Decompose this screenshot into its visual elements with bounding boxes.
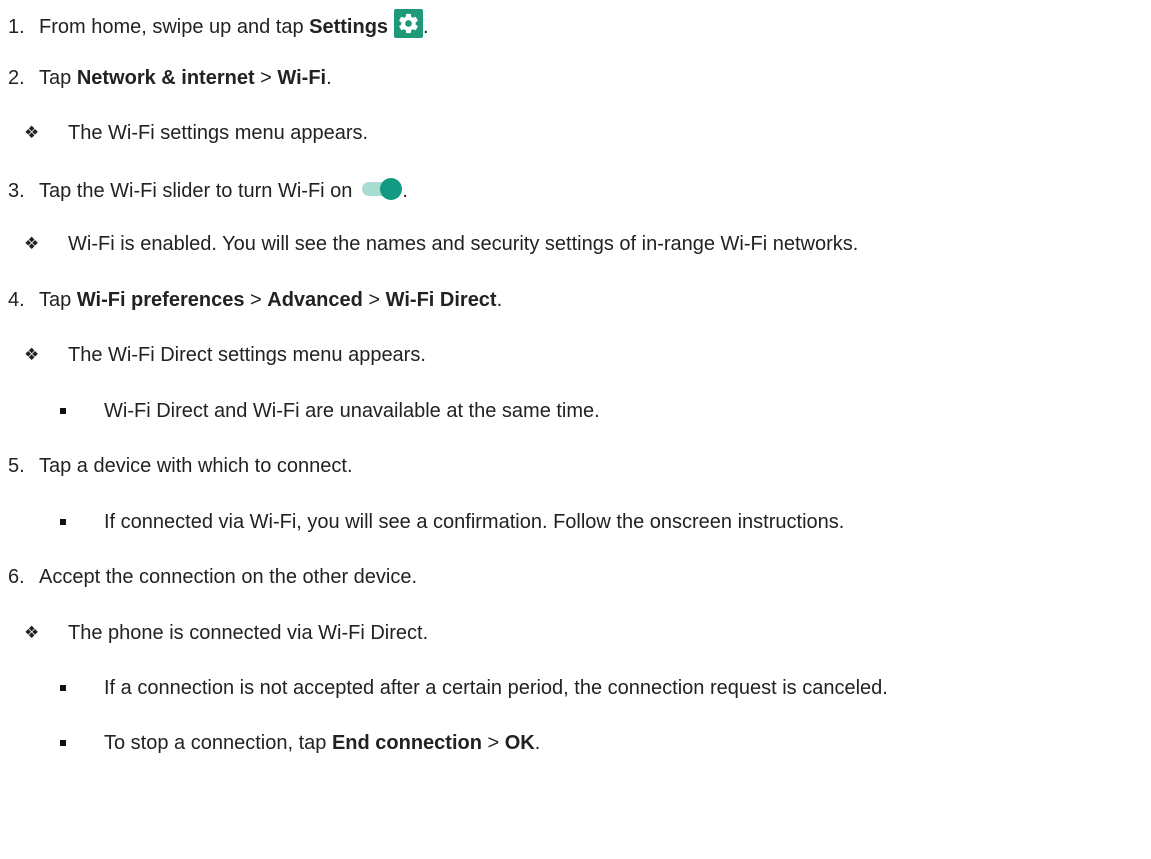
step-text: Tap the Wi-Fi slider to turn Wi-Fi on xyxy=(39,180,353,202)
step-text-end: . xyxy=(326,67,332,89)
step-number: 4. xyxy=(8,289,25,311)
step-bold: Advanced xyxy=(267,289,363,311)
step-text-end: . xyxy=(496,289,503,311)
step-number: 2. xyxy=(8,67,25,89)
step-number: 6. xyxy=(8,566,25,588)
square-bullet-icon xyxy=(0,731,104,755)
bullet-6b: To stop a connection, tap End connection… xyxy=(0,731,540,755)
step-text-end: . xyxy=(423,16,429,38)
bullet-text: If connected via Wi-Fi, you will see a c… xyxy=(104,511,845,533)
step-bold: Settings xyxy=(309,16,389,38)
step-text: Tap xyxy=(39,289,77,311)
square-bullet-icon xyxy=(0,510,104,534)
step-bold: Wi-Fi xyxy=(277,67,327,89)
bullet-text-end: . xyxy=(534,732,541,754)
bullet-text: To stop a connection, tap xyxy=(104,732,332,754)
step-2: 2. Tap Network & internet > Wi-Fi. xyxy=(0,66,332,90)
step-text: Accept the connection on the other devic… xyxy=(39,566,418,588)
step-text-end: . xyxy=(402,180,408,202)
step-separator: > xyxy=(254,67,278,89)
step-bold: Network & internet xyxy=(76,67,255,89)
bullet-text: Wi-Fi Direct and Wi-Fi are unavailable a… xyxy=(104,400,600,422)
note-6a: ❖ The phone is connected via Wi-Fi Direct… xyxy=(0,621,428,645)
step-3: 3. Tap the Wi-Fi slider to turn Wi-Fi on. xyxy=(0,177,408,202)
step-number: 3. xyxy=(8,180,25,202)
step-bold: Wi-Fi preferences xyxy=(76,289,245,311)
bullet-5a: If connected via Wi-Fi, you will see a c… xyxy=(0,510,844,534)
settings-gear-icon xyxy=(394,9,424,38)
square-bullet-icon xyxy=(0,676,104,700)
step-text: Tap a device with which to connect. xyxy=(39,455,353,477)
note-text: The Wi-Fi Direct settings menu appears. xyxy=(68,344,426,366)
step-number: 5. xyxy=(8,455,25,477)
note-text: The phone is connected via Wi-Fi Direct. xyxy=(68,622,429,644)
step-6: 6. Accept the connection on the other dev… xyxy=(0,565,417,589)
note-text: Wi-Fi is enabled. You will see the names… xyxy=(68,233,859,255)
note-text: The Wi-Fi settings menu appears. xyxy=(68,122,369,144)
bullet-4a: Wi-Fi Direct and Wi-Fi are unavailable a… xyxy=(0,399,600,423)
toggle-on-icon xyxy=(362,177,403,201)
step-number: 1. xyxy=(8,16,25,38)
note-4a: ❖ The Wi-Fi Direct settings menu appears. xyxy=(0,343,426,367)
diamond-bullet-icon: ❖ xyxy=(24,623,40,643)
bullet-separator: > xyxy=(481,732,505,754)
diamond-bullet-icon: ❖ xyxy=(24,345,40,365)
bullet-bold: End connection xyxy=(331,732,482,754)
step-5: 5. Tap a device with which to connect. xyxy=(0,454,353,478)
step-4: 4. Tap Wi-Fi preferences > Advanced > Wi-… xyxy=(0,288,502,312)
bullet-bold: OK xyxy=(504,732,535,754)
step-bold: Wi-Fi Direct xyxy=(385,289,497,311)
diamond-bullet-icon: ❖ xyxy=(24,123,40,143)
bullet-6a: If a connection is not accepted after a … xyxy=(0,676,888,700)
note-2a: ❖ The Wi-Fi settings menu appears. xyxy=(0,121,368,145)
bullet-text: If a connection is not accepted after a … xyxy=(104,677,888,699)
diamond-bullet-icon: ❖ xyxy=(24,234,40,254)
note-3a: ❖ Wi-Fi is enabled. You will see the name… xyxy=(0,232,858,256)
square-bullet-icon xyxy=(0,399,104,423)
step-separator: > xyxy=(362,289,386,311)
step-text: Tap xyxy=(39,67,77,89)
step-text: From home, swipe up and tap xyxy=(39,16,310,38)
step-1: 1. From home, swipe up and tap Settings. xyxy=(0,9,429,38)
step-separator: > xyxy=(244,289,268,311)
